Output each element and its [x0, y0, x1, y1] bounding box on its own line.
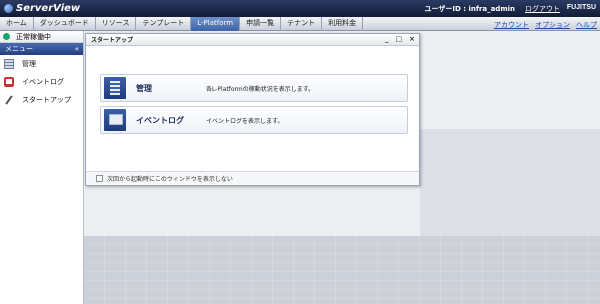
management-card[interactable]: 管理 各L-Platformの稼動状況を表示します。: [100, 74, 408, 102]
server-icon: [104, 77, 126, 99]
status-text: 正常稼働中: [16, 32, 51, 41]
tab-home[interactable]: ホーム: [0, 17, 34, 31]
background-grid: [84, 236, 600, 304]
sidebar-item-label: イベントログ: [22, 78, 64, 86]
checkbox-label: 次回から起動時にこのウィンドウを表示しない: [107, 176, 233, 183]
sidebar-item-management[interactable]: 管理: [0, 55, 83, 73]
collapse-sidebar-icon[interactable]: «: [75, 45, 79, 53]
help-link[interactable]: ヘルプ: [576, 20, 597, 30]
sidebar-item-label: 管理: [22, 60, 36, 68]
sidebar: 正常稼働中 メニュー « 管理 イベントログ スタートアップ: [0, 31, 84, 304]
tab-l-platform[interactable]: L-Platform: [191, 17, 241, 31]
tab-dashboard[interactable]: ダッシュボード: [34, 17, 96, 31]
sidebar-item-startup[interactable]: スタートアップ: [0, 91, 83, 109]
status-ok-icon: [3, 33, 10, 40]
dont-show-checkbox[interactable]: [96, 175, 103, 182]
sidebar-item-label: スタートアップ: [22, 96, 71, 104]
sidebar-item-event-log[interactable]: イベントログ: [0, 73, 83, 91]
card-title: イベントログ: [136, 115, 184, 125]
logout-link[interactable]: ログアウト: [525, 4, 560, 14]
startup-icon: [4, 95, 14, 105]
tab-resources[interactable]: リソース: [96, 17, 137, 31]
app-logo: ServerView: [4, 2, 80, 15]
serverview-logo-icon: [4, 4, 13, 13]
main-nav-tabs: ホーム ダッシュボード リソース テンプレート L-Platform 申請一覧 …: [0, 17, 600, 31]
maximize-icon[interactable]: □: [396, 35, 403, 43]
tab-requests[interactable]: 申請一覧: [240, 17, 282, 31]
monitor-icon: [104, 109, 126, 131]
options-link[interactable]: オプション: [535, 20, 570, 30]
tab-usage-charges[interactable]: 利用料金: [322, 17, 364, 31]
window-title: スタートアップ: [91, 37, 134, 44]
account-link[interactable]: アカウント: [494, 20, 529, 30]
window-footer: 次回から起動時にこのウィンドウを表示しない: [86, 171, 419, 185]
menu-title: メニュー: [5, 45, 33, 53]
fujitsu-logo: FUJITSU: [566, 4, 596, 11]
server-icon: [4, 59, 14, 69]
menu-header: メニュー «: [0, 43, 83, 55]
card-description: イベントログを表示します。: [206, 117, 284, 125]
system-status: 正常稼働中: [0, 31, 83, 43]
minimize-icon[interactable]: _: [385, 35, 389, 43]
close-icon[interactable]: ×: [409, 35, 415, 43]
tab-templates[interactable]: テンプレート: [136, 17, 192, 31]
startup-window: スタートアップ _ □ × 管理 各L-Platformの稼動状況を表示します。…: [85, 33, 420, 186]
event-log-card[interactable]: イベントログ イベントログを表示します。: [100, 106, 408, 134]
event-log-icon: [4, 77, 14, 87]
top-header: ServerView ユーザーID : infra_admin ログアウト FU…: [0, 0, 600, 17]
background-panel: [420, 129, 600, 236]
card-description: 各L-Platformの稼動状況を表示します。: [206, 85, 315, 93]
window-titlebar[interactable]: スタートアップ _ □ ×: [86, 34, 419, 46]
card-title: 管理: [136, 83, 152, 93]
app-name: ServerView: [16, 3, 81, 14]
tab-tenants[interactable]: テナント: [281, 17, 323, 31]
user-area: ユーザーID : infra_admin ログアウト: [425, 4, 560, 14]
user-id-label: ユーザーID : infra_admin: [424, 5, 515, 13]
